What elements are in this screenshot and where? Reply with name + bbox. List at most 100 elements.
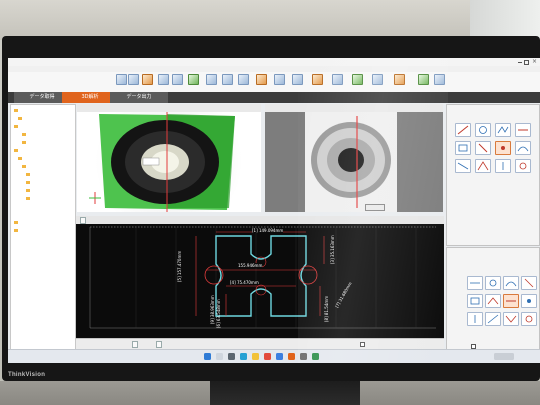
profile-bottom-bar	[76, 338, 444, 349]
tab-data-output[interactable]: データ出力	[110, 92, 168, 103]
ribbon-button[interactable]	[434, 74, 445, 85]
dimension-label: [3] 35.163mm	[330, 235, 335, 264]
ribbon-button[interactable]	[394, 74, 405, 85]
app-icon[interactable]	[300, 353, 307, 360]
tree-item[interactable]	[14, 220, 19, 224]
tool-icon[interactable]	[521, 276, 537, 290]
maximize-button[interactable]	[524, 60, 529, 65]
tool-icon[interactable]	[485, 276, 501, 290]
ribbon-button[interactable]	[274, 74, 285, 85]
minimize-button[interactable]	[518, 62, 522, 63]
tree-item[interactable]	[26, 172, 31, 176]
profile-button[interactable]	[80, 217, 86, 224]
close-icon[interactable]: ×	[532, 58, 537, 65]
tree-item[interactable]	[18, 156, 23, 160]
ribbon-button[interactable]	[172, 74, 183, 85]
bottom-right-button[interactable]	[156, 341, 162, 348]
app-icon[interactable]	[312, 353, 319, 360]
tree-item[interactable]	[14, 148, 19, 152]
ribbon-button[interactable]	[256, 74, 267, 85]
start-icon[interactable]	[204, 353, 211, 360]
camera-view-tool[interactable]	[365, 204, 385, 211]
dimension-label: [9] 38.963mm	[210, 295, 215, 324]
tool-icon[interactable]	[521, 294, 537, 308]
folder-icon	[14, 228, 18, 232]
tool-icon[interactable]	[475, 123, 491, 137]
monitor-stand	[210, 381, 360, 405]
folder-icon	[14, 220, 18, 224]
tray-icon[interactable]	[494, 353, 514, 360]
chrome-icon[interactable]	[264, 353, 271, 360]
edge-icon[interactable]	[240, 353, 247, 360]
tree-item[interactable]	[26, 196, 31, 200]
bottom-left-button[interactable]	[132, 341, 138, 348]
explorer-icon[interactable]	[252, 353, 259, 360]
3d-view[interactable]	[77, 112, 261, 212]
tool-icon[interactable]	[503, 312, 519, 326]
ribbon-button[interactable]	[116, 74, 127, 85]
tree-item[interactable]	[22, 140, 27, 144]
folder-icon	[22, 164, 26, 168]
folder-icon	[14, 148, 18, 152]
tool-icon[interactable]	[485, 294, 501, 308]
tool-icon[interactable]	[455, 159, 471, 173]
app-icon[interactable]	[288, 353, 295, 360]
2d-camera-view[interactable]	[265, 112, 443, 212]
profile-chart[interactable]: [1] 149.094mm 155.946mm [4] 75.470mm [5]…	[76, 224, 444, 338]
ribbon-button[interactable]	[188, 74, 199, 85]
folder-icon	[14, 108, 18, 112]
ribbon-button[interactable]	[312, 74, 323, 85]
profile-plot	[76, 224, 444, 338]
ribbon-button[interactable]	[352, 74, 363, 85]
ribbon-button[interactable]	[238, 74, 249, 85]
tool-icon[interactable]	[515, 159, 531, 173]
tool-icon[interactable]	[495, 159, 511, 173]
tool-icon[interactable]	[467, 276, 483, 290]
tool-icon[interactable]	[475, 141, 491, 155]
tool-icon[interactable]	[467, 312, 483, 326]
ribbon-button[interactable]	[332, 74, 343, 85]
folder-icon	[22, 140, 26, 144]
screen: × データ取得 3D解析 データ出力 [1] 149.094mm 155.946…	[8, 58, 540, 363]
tree-item[interactable]	[14, 124, 19, 128]
tree-item[interactable]	[14, 108, 19, 112]
tree-item[interactable]	[18, 116, 23, 120]
bottom-status[interactable]	[360, 342, 366, 347]
tool-icon[interactable]	[455, 123, 471, 137]
folder-icon	[22, 132, 26, 136]
tool-icon[interactable]	[515, 141, 531, 155]
store-icon[interactable]	[276, 353, 283, 360]
tool-icon[interactable]	[503, 276, 519, 290]
ribbon-button[interactable]	[372, 74, 383, 85]
ribbon-button[interactable]	[142, 74, 153, 85]
ribbon-button[interactable]	[418, 74, 429, 85]
tree-item[interactable]	[22, 132, 27, 136]
tool-icon[interactable]	[503, 294, 519, 308]
tool-icon[interactable]	[467, 294, 483, 308]
tool-icon[interactable]	[495, 123, 511, 137]
ribbon-button[interactable]	[206, 74, 217, 85]
search-icon[interactable]	[216, 353, 223, 360]
tree-item[interactable]	[26, 188, 31, 192]
folder-icon	[26, 196, 30, 200]
dimension-label: 155.946mm	[238, 263, 263, 268]
folder-icon	[26, 180, 30, 184]
ribbon-button[interactable]	[158, 74, 169, 85]
taskview-icon[interactable]	[228, 353, 235, 360]
tree-item[interactable]	[26, 180, 31, 184]
ribbon-button[interactable]	[222, 74, 233, 85]
tool-icon[interactable]	[521, 312, 537, 326]
ribbon-button[interactable]	[292, 74, 303, 85]
background-wall	[0, 0, 540, 40]
tool-icon[interactable]	[475, 159, 491, 173]
tool-icon[interactable]	[495, 141, 511, 155]
tool-icon[interactable]	[455, 141, 471, 155]
tree-item[interactable]	[22, 164, 27, 168]
tree-item[interactable]	[14, 228, 19, 232]
folder-icon	[14, 124, 18, 128]
tool-icon[interactable]	[515, 123, 531, 137]
tool-icon[interactable]	[485, 312, 501, 326]
folder-icon	[18, 116, 22, 120]
profile-tool-panel	[446, 104, 540, 246]
ribbon-button[interactable]	[128, 74, 139, 85]
